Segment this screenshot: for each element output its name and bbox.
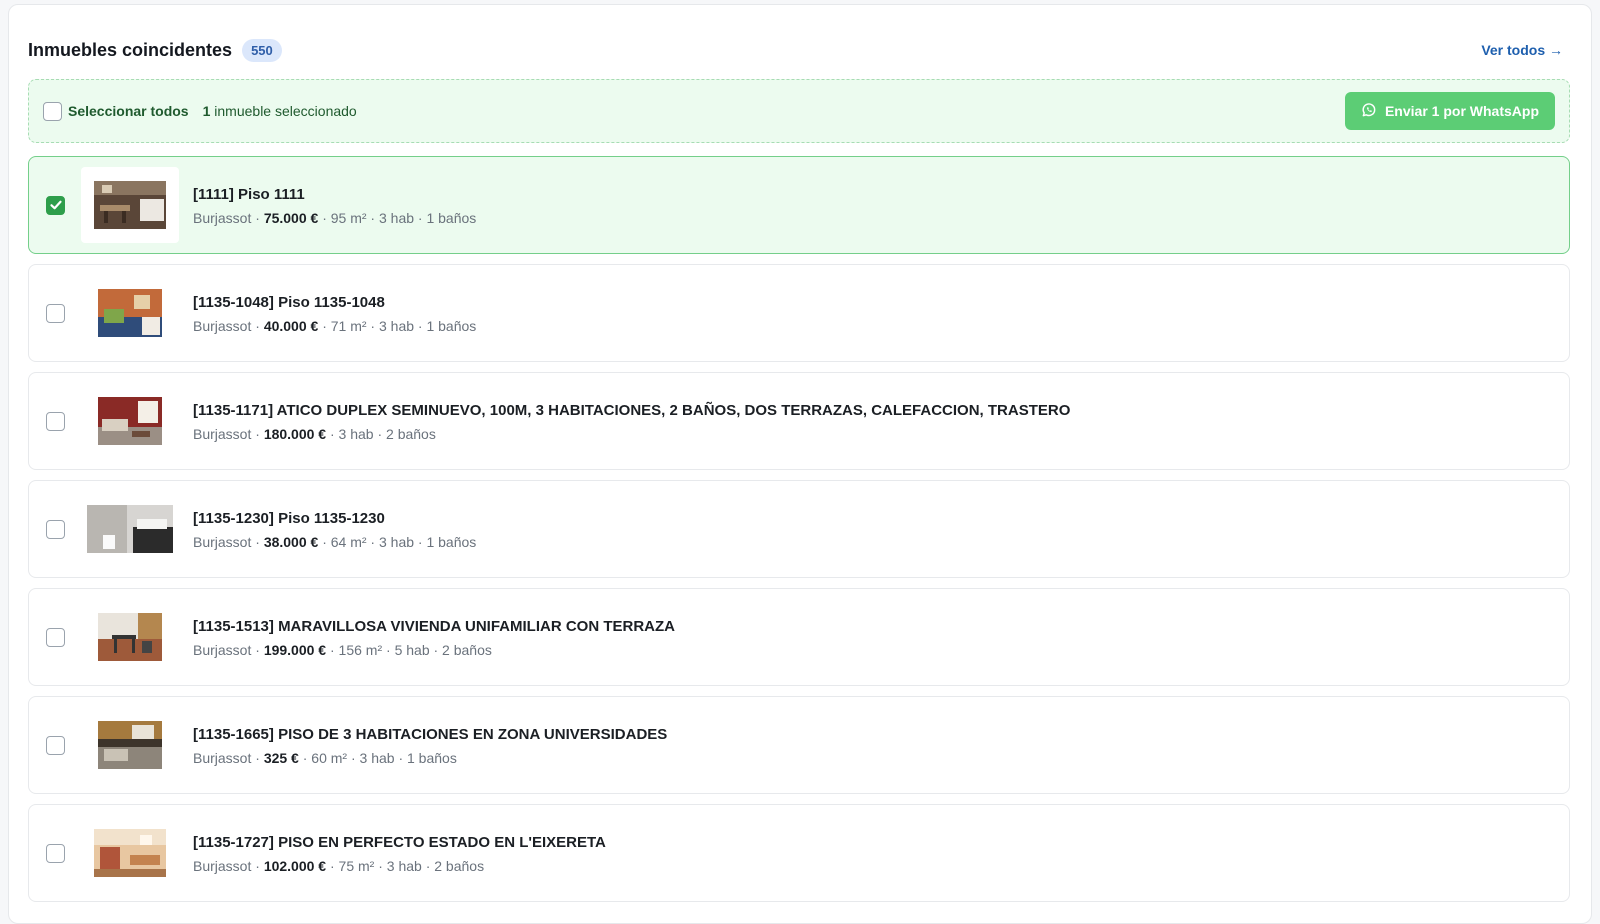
property-price: 38.000 € [263, 534, 319, 550]
property-photo-icon [94, 829, 166, 877]
card-header: Inmuebles coincidentes 550 Ver todos → [28, 35, 1563, 65]
property-meta: Burjassot · 102.000 € · 75 m² · 3 hab · … [193, 858, 485, 874]
property-row[interactable]: [1135-1230] Piso 1135-1230 Burjassot · 3… [28, 480, 1570, 578]
send-whatsapp-label: Enviar 1 por WhatsApp [1384, 103, 1539, 119]
property-checkbox[interactable] [46, 519, 65, 539]
property-details: · 71 m² · 3 hab · 1 baños [318, 318, 477, 334]
property-photo-icon [98, 397, 162, 445]
property-location: Burjassot [193, 426, 252, 442]
whatsapp-icon [1361, 102, 1377, 121]
property-row[interactable]: [1135-1727] PISO EN PERFECTO ESTADO EN L… [28, 804, 1570, 902]
selected-count-text: 1 inmueble seleccionado [203, 103, 357, 119]
property-row[interactable]: [1111] Piso 1111 Burjassot · 75.000 € · … [28, 156, 1570, 254]
selected-count-label: inmueble seleccionado [214, 103, 357, 119]
property-photo-icon [94, 181, 166, 229]
property-photo-icon [98, 289, 162, 337]
property-checkbox[interactable] [46, 627, 65, 647]
property-details: · 3 hab · 2 baños [326, 426, 436, 442]
property-location: Burjassot [193, 318, 252, 334]
property-checkbox[interactable] [46, 411, 65, 431]
property-info: [1111] Piso 1111 Burjassot · 75.000 € · … [193, 186, 476, 226]
count-badge: 550 [242, 38, 282, 62]
property-title[interactable]: [1135-1048] Piso 1135-1048 [193, 294, 476, 311]
matching-properties-card: Inmuebles coincidentes 550 Ver todos → S… [8, 4, 1592, 924]
property-thumbnail[interactable] [81, 275, 179, 351]
property-price: 102.000 € [263, 858, 327, 874]
property-details: · 156 m² · 5 hab · 2 baños [326, 642, 492, 658]
property-meta: Burjassot · 38.000 € · 64 m² · 3 hab · 1… [193, 534, 477, 550]
property-title[interactable]: [1135-1230] Piso 1135-1230 [193, 510, 476, 527]
property-meta: Burjassot · 325 € · 60 m² · 3 hab · 1 ba… [193, 750, 457, 766]
property-checkbox[interactable] [46, 735, 65, 755]
property-details: · 60 m² · 3 hab · 1 baños [298, 750, 457, 766]
property-row[interactable]: [1135-1048] Piso 1135-1048 Burjassot · 4… [28, 264, 1570, 362]
property-info: [1135-1665] PISO DE 3 HABITACIONES EN ZO… [193, 726, 667, 766]
property-title[interactable]: [1135-1171] ATICO DUPLEX SEMINUEVO, 100M… [193, 402, 1070, 419]
property-meta: Burjassot · 40.000 € · 71 m² · 3 hab · 1… [193, 318, 477, 334]
property-thumbnail[interactable] [81, 707, 179, 783]
property-list: [1111] Piso 1111 Burjassot · 75.000 € · … [28, 156, 1570, 912]
property-price: 40.000 € [263, 318, 319, 334]
property-info: [1135-1230] Piso 1135-1230 Burjassot · 3… [193, 510, 476, 550]
property-meta: Burjassot · 75.000 € · 95 m² · 3 hab · 1… [193, 210, 477, 226]
property-checkbox[interactable] [46, 303, 65, 323]
property-photo-icon [98, 721, 162, 769]
property-location: Burjassot [193, 858, 252, 874]
view-all-link[interactable]: Ver todos → [1481, 42, 1563, 58]
property-info: [1135-1727] PISO EN PERFECTO ESTADO EN L… [193, 834, 606, 874]
property-title[interactable]: [1111] Piso 1111 [193, 186, 476, 203]
selection-bar: Seleccionar todos 1 inmueble seleccionad… [28, 79, 1570, 143]
property-details: · 64 m² · 3 hab · 1 baños [318, 534, 477, 550]
property-meta: Burjassot · 199.000 € · 156 m² · 5 hab ·… [193, 642, 492, 658]
select-all-label[interactable]: Seleccionar todos [68, 103, 189, 119]
property-price: 199.000 € [263, 642, 327, 658]
property-price: 325 € [263, 750, 299, 766]
property-location: Burjassot [193, 534, 252, 550]
property-row[interactable]: [1135-1171] ATICO DUPLEX SEMINUEVO, 100M… [28, 372, 1570, 470]
check-icon [49, 198, 63, 212]
property-thumbnail[interactable] [81, 383, 179, 459]
property-info: [1135-1513] MARAVILLOSA VIVIENDA UNIFAMI… [193, 618, 675, 658]
property-thumbnail[interactable] [81, 167, 179, 243]
property-title[interactable]: [1135-1665] PISO DE 3 HABITACIONES EN ZO… [193, 726, 667, 743]
property-location: Burjassot [193, 210, 252, 226]
property-info: [1135-1171] ATICO DUPLEX SEMINUEVO, 100M… [193, 402, 1070, 442]
property-title[interactable]: [1135-1513] MARAVILLOSA VIVIENDA UNIFAMI… [193, 618, 675, 635]
property-title[interactable]: [1135-1727] PISO EN PERFECTO ESTADO EN L… [193, 834, 606, 851]
card-title: Inmuebles coincidentes [28, 39, 233, 60]
property-row[interactable]: [1135-1665] PISO DE 3 HABITACIONES EN ZO… [28, 696, 1570, 794]
select-all-checkbox[interactable] [43, 101, 62, 121]
property-details: · 75 m² · 3 hab · 2 baños [326, 858, 485, 874]
property-price: 75.000 € [263, 210, 319, 226]
property-row[interactable]: [1135-1513] MARAVILLOSA VIVIENDA UNIFAMI… [28, 588, 1570, 686]
property-thumbnail[interactable] [81, 599, 179, 675]
property-photo-icon [98, 613, 162, 661]
send-whatsapp-button[interactable]: Enviar 1 por WhatsApp [1344, 92, 1555, 130]
property-checkbox[interactable] [46, 195, 65, 215]
property-meta: Burjassot · 180.000 € · 3 hab · 2 baños [193, 426, 436, 442]
property-checkbox[interactable] [46, 843, 65, 863]
property-photo-icon [87, 505, 173, 553]
property-location: Burjassot [193, 642, 252, 658]
property-price: 180.000 € [263, 426, 327, 442]
selected-count-number: 1 [202, 103, 211, 119]
property-location: Burjassot [193, 750, 252, 766]
property-thumbnail[interactable] [81, 491, 179, 567]
property-info: [1135-1048] Piso 1135-1048 Burjassot · 4… [193, 294, 476, 334]
property-details: · 95 m² · 3 hab · 1 baños [318, 210, 477, 226]
property-thumbnail[interactable] [81, 815, 179, 891]
